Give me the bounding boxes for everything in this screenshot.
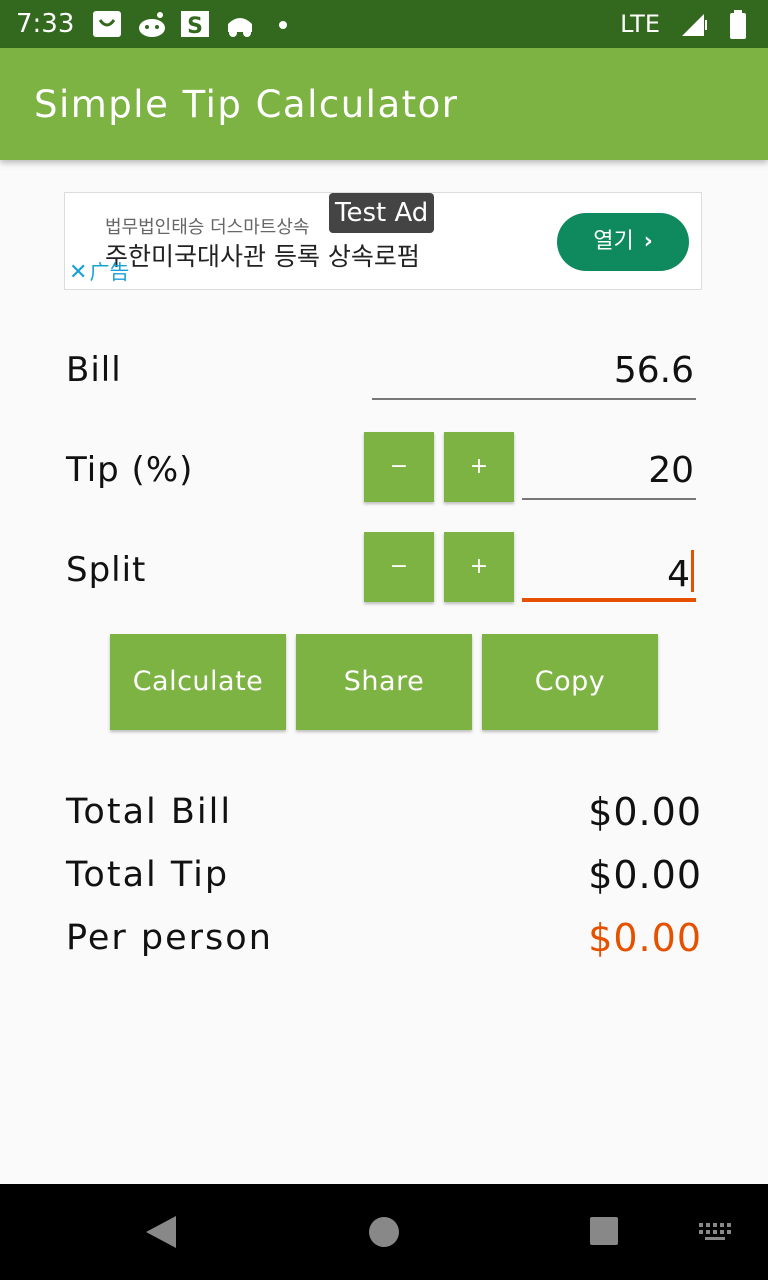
copy-button[interactable]: Copy xyxy=(482,634,658,730)
home-icon[interactable] xyxy=(368,1216,400,1248)
share-button[interactable]: Share xyxy=(296,634,472,730)
tip-label: Tip (%) xyxy=(66,450,194,490)
split-label: Split xyxy=(66,550,147,590)
per-person-value: $0.00 xyxy=(588,916,702,960)
split-decrement-button[interactable]: − xyxy=(364,532,434,602)
ad-close-button[interactable]: ✕ 广告 xyxy=(69,259,129,286)
app-bar: Simple Tip Calculator xyxy=(0,48,768,160)
split-input[interactable]: 4 xyxy=(522,550,696,602)
battery-icon xyxy=(730,10,746,39)
tip-input[interactable]: 20 xyxy=(522,450,696,500)
close-icon: ✕ xyxy=(69,260,88,285)
robot-icon xyxy=(228,18,252,37)
tip-increment-button[interactable]: + xyxy=(444,432,514,502)
shopping-bag-icon xyxy=(93,11,121,37)
network-type: LTE xyxy=(620,10,660,38)
ad-label: 广告 xyxy=(89,260,130,284)
total-tip-label: Total Tip xyxy=(66,855,230,895)
signal-icon xyxy=(682,14,707,36)
ad-line1: 법무법인태승 더스마트상속 xyxy=(105,217,310,238)
split-increment-button[interactable]: + xyxy=(444,532,514,602)
app-title: Simple Tip Calculator xyxy=(34,83,459,126)
recents-icon[interactable] xyxy=(589,1216,619,1246)
status-right: LTE xyxy=(548,8,748,40)
ad-open-label: 열기 xyxy=(593,229,634,254)
chevron-right-icon: › xyxy=(643,229,653,254)
per-person-label: Per person xyxy=(66,918,273,958)
dot-icon xyxy=(279,21,287,29)
total-tip-value: $0.00 xyxy=(588,853,702,897)
back-icon[interactable] xyxy=(144,1214,178,1250)
ad-open-button[interactable]: 열기 › xyxy=(557,213,689,271)
s-app-icon: S xyxy=(181,11,209,38)
navigation-bar xyxy=(0,1184,768,1280)
ad-banner[interactable]: 법무법인태승 더스마트상속 주한미국대사관 등록 상속로펌 Test Ad ✕ 广… xyxy=(64,192,702,290)
status-bar: 7:33 S LTE xyxy=(0,0,768,48)
calculate-button[interactable]: Calculate xyxy=(110,634,286,730)
test-ad-tag: Test Ad xyxy=(329,193,435,233)
bill-input[interactable]: 56.6 xyxy=(372,350,696,400)
split-value: 4 xyxy=(667,554,690,595)
bill-label: Bill xyxy=(66,350,122,390)
reddit-icon xyxy=(139,12,165,37)
svg-text:S: S xyxy=(187,14,203,38)
ad-line2: 주한미국대사관 등록 상속로펌 xyxy=(105,242,420,271)
total-bill-value: $0.00 xyxy=(588,790,702,834)
total-bill-label: Total Bill xyxy=(66,792,233,832)
status-time: 7:33 xyxy=(16,9,75,39)
tip-decrement-button[interactable]: − xyxy=(364,432,434,502)
text-cursor xyxy=(691,550,694,592)
keyboard-icon[interactable] xyxy=(698,1222,732,1242)
